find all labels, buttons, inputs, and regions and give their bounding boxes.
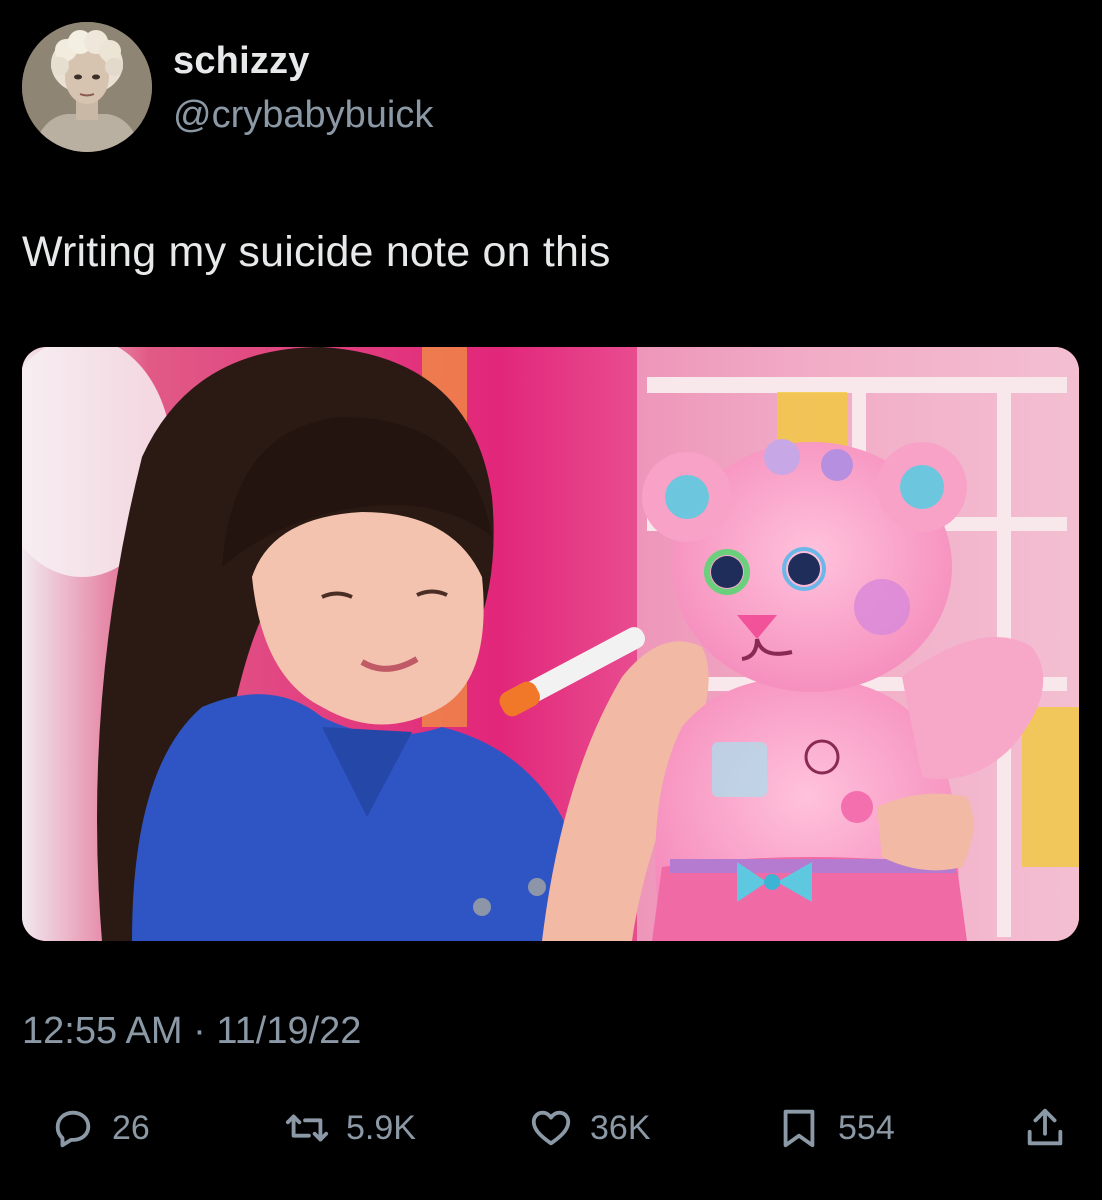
bookmark-count: 554: [838, 1108, 895, 1147]
avatar-image: [22, 22, 152, 152]
user-handle[interactable]: @crybabybuick: [173, 94, 433, 137]
retweet-icon: [285, 1114, 329, 1142]
heart-icon: [531, 1110, 571, 1146]
like-button[interactable]: 36K: [528, 1098, 651, 1158]
bookmark-button[interactable]: 554: [776, 1098, 895, 1158]
tweet-media-image[interactable]: [22, 347, 1079, 941]
media-illustration: [22, 347, 1079, 941]
retweet-button[interactable]: 5.9K: [284, 1098, 416, 1158]
avatar[interactable]: [22, 22, 152, 152]
tweet-timestamp[interactable]: 12:55 AM · 11/19/22: [22, 1010, 361, 1053]
share-button[interactable]: [1022, 1098, 1068, 1158]
reply-button[interactable]: 26: [50, 1098, 150, 1158]
tweet-text: Writing my suicide note on this: [22, 228, 611, 276]
like-count: 36K: [590, 1108, 651, 1147]
retweet-count: 5.9K: [346, 1108, 416, 1147]
share-icon: [1027, 1108, 1063, 1146]
reply-icon: [55, 1110, 91, 1148]
reply-count: 26: [112, 1108, 150, 1147]
tweet-action-bar: 26 5.9K 36K 554: [0, 1098, 1102, 1158]
bookmark-icon: [783, 1109, 815, 1148]
display-name[interactable]: schizzy: [173, 40, 310, 83]
